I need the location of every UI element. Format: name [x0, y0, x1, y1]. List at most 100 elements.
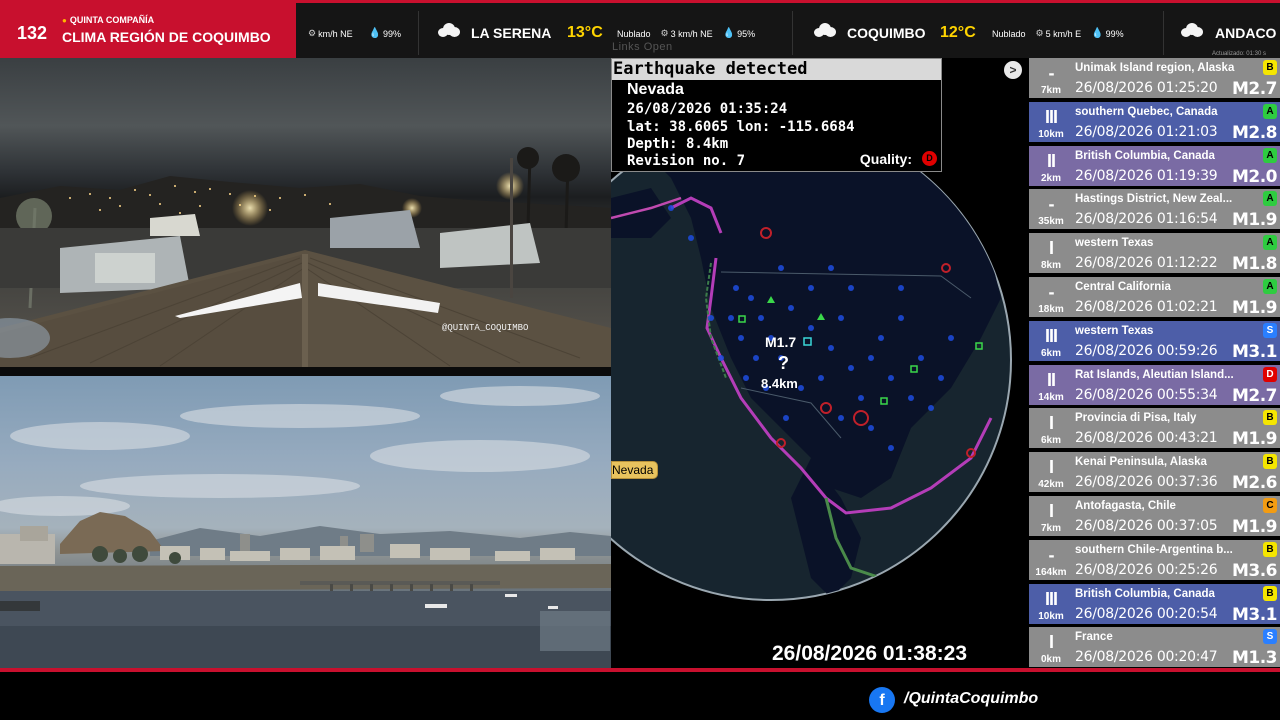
intensity-value: I	[1048, 457, 1054, 478]
city-name: ANDACO	[1215, 25, 1277, 41]
quality-grade-badge: B	[1263, 60, 1277, 75]
depth-value: 2km	[1040, 172, 1061, 184]
depth-value: 6km	[1040, 347, 1061, 359]
camera-watermark: @QUINTA_COQUIMBO	[442, 323, 529, 333]
updated-time: Actualizado: 01:30 s	[1211, 51, 1266, 57]
earthquake-list-item[interactable]: I 42km Kenai Peninsula, Alaska 26/08/2026 0…	[1029, 452, 1280, 495]
city-weather-details: Nublado ⚙ 5 km/h E 💧 99%	[992, 28, 1124, 39]
quake-magnitude: M1.9	[1231, 298, 1278, 318]
earthquake-list-item[interactable]: -164km southern Chile-Argentina b... 26/08…	[1029, 539, 1280, 582]
city-weather-details: Nublado ⚙ 3 km/h NE 💧 95%	[617, 28, 756, 39]
quake-magnitude: M2.0	[1231, 166, 1278, 187]
quality-grade-badge: A	[1263, 279, 1277, 294]
earthquake-list-item[interactable]: I 0km France 26/08/2026 00:20:47 M1.3 S	[1029, 627, 1280, 670]
intensity-value: III	[1044, 588, 1058, 609]
popup-datetime: 26/08/2026 01:35:24	[627, 101, 788, 117]
humidity-icon: 💧	[1091, 28, 1104, 39]
intensity-value: -	[1048, 282, 1055, 302]
quake-time: 26/08/2026 01:16:54	[1075, 211, 1218, 228]
city-temperature: 13°C	[567, 24, 603, 41]
camera-feed-night: @QUINTA_COQUIMBO	[0, 58, 611, 367]
depth-value: 6km	[1040, 435, 1061, 447]
quake-time: 26/08/2026 00:20:47	[1075, 649, 1218, 666]
quake-magnitude: M2.7	[1231, 385, 1278, 406]
quality-grade-badge: D	[1263, 366, 1277, 382]
camera-feed-harbor	[0, 376, 611, 668]
region-title: CLIMA REGIÓN DE COQUIMBO	[62, 29, 271, 45]
map-marker-depth: 8.4km	[761, 376, 798, 391]
depth-value: 8km	[1040, 260, 1061, 272]
depth-value: 0km	[1040, 654, 1061, 666]
earthquake-list-item[interactable]: III 6km western Texas 26/08/2026 00:59:26 M3…	[1029, 320, 1280, 363]
earthquake-list-item[interactable]: II 2km British Columbia, Canada 26/08/2026 …	[1029, 145, 1280, 188]
current-time-clock: 26/08/2026 01:38:23	[772, 642, 967, 665]
ticker-divider	[418, 11, 419, 55]
quality-grade-badge: A	[1263, 235, 1277, 251]
cloud-icon	[438, 23, 460, 37]
depth-value: 7km	[1040, 85, 1061, 96]
quake-magnitude: M1.9	[1231, 517, 1278, 537]
ticker-divider	[1163, 11, 1164, 55]
intensity-value: I	[1048, 238, 1054, 259]
quake-location: British Columbia, Canada	[1075, 587, 1215, 600]
earthquake-list-item[interactable]: I 6km Provincia di Pisa, Italy 26/08/2026 0…	[1029, 408, 1280, 451]
quake-magnitude: M3.1	[1231, 604, 1278, 625]
humidity-icon: 💧	[368, 28, 382, 39]
intensity-value: II	[1046, 150, 1056, 171]
earthquake-list-item[interactable]: II 14km Rat Islands, Aleutian Island... 26/…	[1029, 364, 1280, 407]
quake-time: 26/08/2026 01:25:20	[1075, 80, 1218, 96]
quake-time: 26/08/2026 01:19:39	[1075, 167, 1218, 184]
earthquake-list-item[interactable]: - 7km Unimak Island region, Alaska 26/08/20…	[1029, 58, 1280, 100]
quake-time: 26/08/2026 00:43:21	[1075, 430, 1218, 447]
intensity-value: III	[1044, 106, 1058, 127]
quake-location: Kenai Peninsula, Alaska	[1075, 456, 1207, 469]
expand-arrow-button[interactable]: >	[1004, 61, 1022, 79]
ticker-first-weather: ⚙ km/h NE 💧 99%	[308, 28, 402, 39]
quake-time: 26/08/2026 00:59:26	[1075, 342, 1218, 359]
quality-grade-badge: A	[1263, 147, 1277, 163]
earthquake-list: - 7km Unimak Island region, Alaska 26/08/20…	[1025, 58, 1280, 670]
intensity-value: -	[1048, 194, 1055, 215]
map-links-bar[interactable]: Links Open	[612, 41, 673, 53]
intensity-value: II	[1046, 369, 1056, 390]
quake-magnitude: M1.8	[1231, 254, 1278, 275]
facebook-handle[interactable]: /QuintaCoquimbo	[904, 690, 1038, 708]
quake-magnitude: M3.6	[1231, 560, 1278, 581]
earthquake-list-item[interactable]: I 7km Antofagasta, Chile 26/08/2026 00:37:0…	[1029, 496, 1280, 538]
quality-grade-badge: A	[1263, 103, 1277, 119]
quality-grade-badge: B	[1263, 585, 1277, 601]
map-marker-symbol: ?	[778, 353, 789, 373]
quake-magnitude: M2.8	[1231, 122, 1278, 143]
quake-location: southern Chile-Argentina b...	[1075, 543, 1233, 556]
quake-location: Unimak Island region, Alaska	[1075, 62, 1235, 74]
wind-icon: ⚙	[1035, 28, 1044, 38]
earthquake-list-item[interactable]: III 10km British Columbia, Canada 26/08/202…	[1029, 583, 1280, 626]
quake-magnitude: M1.9	[1231, 429, 1278, 450]
facebook-icon[interactable]: f	[869, 687, 895, 713]
quality-grade-badge: D	[922, 151, 937, 166]
quake-magnitude: M1.3	[1231, 648, 1278, 669]
humidity-icon: 💧	[722, 28, 736, 39]
earthquake-list-item[interactable]: III 10km southern Quebec, Canada 26/08/2026…	[1029, 101, 1280, 144]
earthquake-list-item[interactable]: -35km Hastings District, New Zeal... 26/08…	[1029, 189, 1280, 232]
depth-value: 42km	[1038, 479, 1064, 491]
quake-location: Antofagasta, Chile	[1075, 500, 1176, 512]
quake-location: Central California	[1075, 281, 1171, 293]
depth-value: 35km	[1038, 216, 1064, 228]
depth-value: 10km	[1038, 128, 1064, 140]
earthquake-list-item[interactable]: - 18km Central California 26/08/2026 01:02:…	[1029, 277, 1280, 319]
city-name: COQUIMBO	[847, 25, 926, 41]
bullet-icon: ●	[62, 16, 67, 25]
popup-depth: Depth: 8.4km	[627, 136, 729, 152]
quake-time: 26/08/2026 00:55:34	[1075, 386, 1218, 403]
channel-number: 132	[17, 23, 48, 43]
earthquake-list-item[interactable]: I 8km western Texas 26/08/2026 01:12:22 M1.8…	[1029, 233, 1280, 276]
region-label-tag: Nevada	[611, 461, 659, 479]
camera-divider	[0, 367, 611, 376]
quality-grade-badge: S	[1263, 322, 1277, 338]
city-temperature: 12°C	[940, 24, 976, 41]
popup-coordinates: lat: 38.6065 lon: -115.6684	[627, 119, 855, 135]
popup-revision: Revision no. 7	[627, 153, 746, 169]
depth-value: 10km	[1038, 610, 1064, 622]
quality-grade-badge: B	[1263, 541, 1277, 557]
